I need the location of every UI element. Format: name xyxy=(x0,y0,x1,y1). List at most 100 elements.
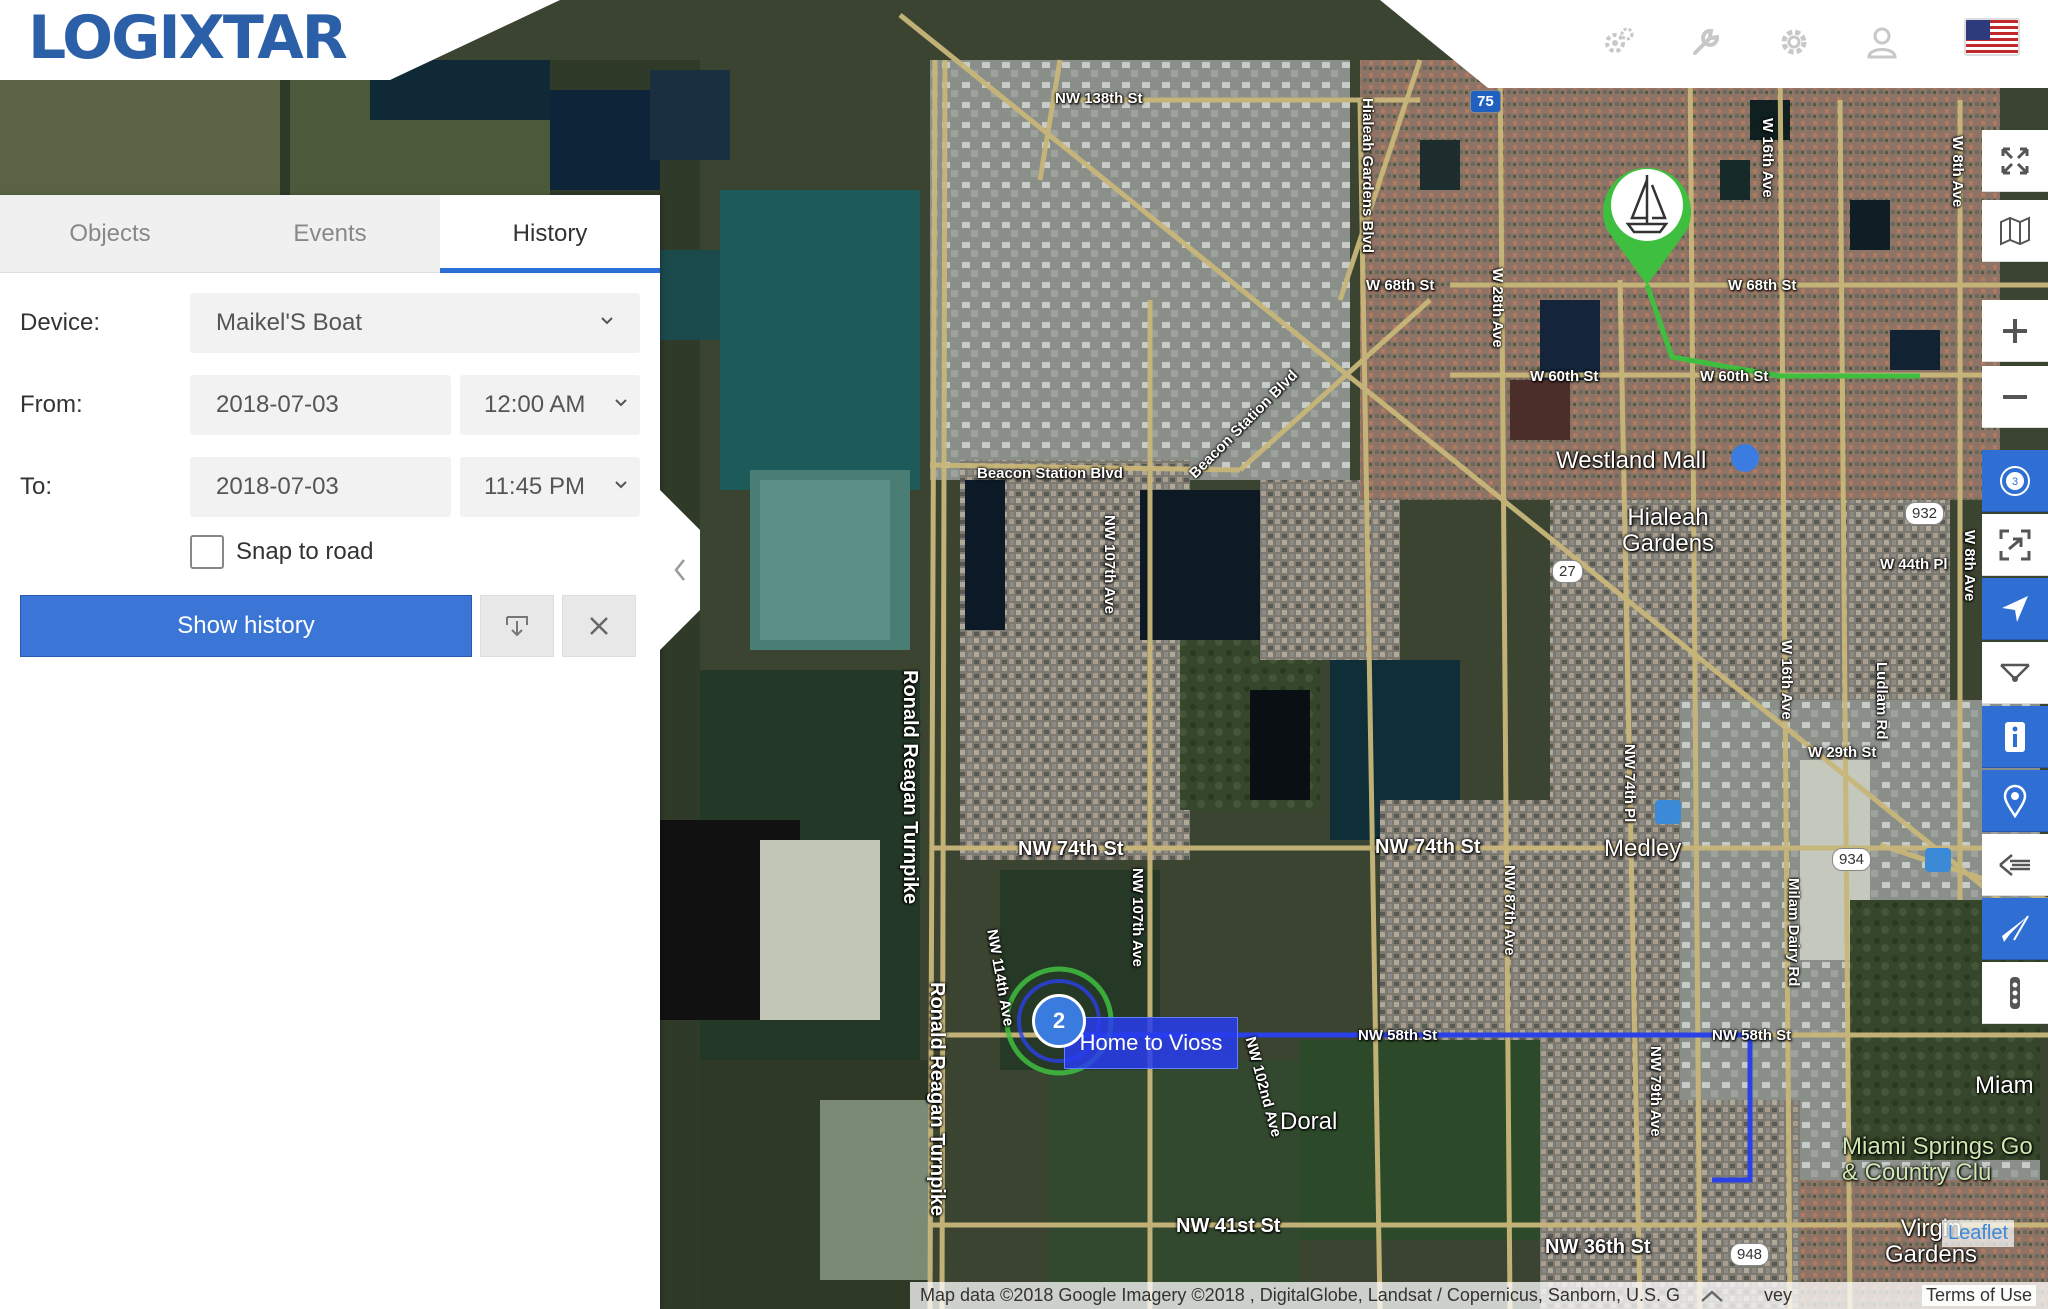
wrench-icon[interactable] xyxy=(1686,22,1726,62)
to-date-value: 2018-07-03 xyxy=(216,473,339,500)
from-time-select[interactable]: 12:00 AM xyxy=(460,375,640,435)
marker-icon[interactable] xyxy=(1982,770,2048,832)
zoom-in-icon[interactable] xyxy=(1982,300,2048,362)
to-time-select[interactable]: 11:45 PM xyxy=(460,457,640,517)
chevron-down-icon xyxy=(601,317,613,325)
us-flag-icon[interactable] xyxy=(1964,18,2020,56)
to-time-value: 11:45 PM xyxy=(484,473,585,500)
clustering-icon[interactable]: 3 xyxy=(1982,450,2048,512)
map-label: NW 74th St xyxy=(1375,836,1481,858)
map-label: W 28th Ave xyxy=(1489,268,1506,348)
follow-icon[interactable] xyxy=(1982,578,2048,640)
route-shield: 934 xyxy=(1832,848,1872,871)
map-label: Milam Dairy Rd xyxy=(1785,878,1802,987)
map-label: NW 74th St xyxy=(1018,838,1124,860)
map-label: Ludlam Rd xyxy=(1873,662,1890,740)
map-label: W 16th Ave xyxy=(1759,118,1776,198)
leaflet-link[interactable]: Leaflet xyxy=(1942,1220,2015,1247)
map-label: NW 36th St xyxy=(1545,1236,1651,1258)
export-button[interactable] xyxy=(480,595,554,657)
info-icon[interactable] xyxy=(1982,706,2048,768)
from-date-input[interactable]: 2018-07-03 xyxy=(190,375,451,435)
map-label: Medley xyxy=(1604,835,1682,862)
chevron-down-icon xyxy=(615,399,627,407)
map-label: Ronald Reagan Turnpike xyxy=(899,670,921,905)
map-label: W 68th St xyxy=(1366,277,1435,294)
tab-objects[interactable]: Objects xyxy=(0,195,220,272)
tab-history[interactable]: History xyxy=(440,195,660,273)
map-label: NW 138th St xyxy=(1055,90,1143,107)
fullscreen-icon[interactable] xyxy=(1982,130,2048,192)
interstate-shield: 75 xyxy=(1470,90,1501,113)
more-icon[interactable] xyxy=(1982,962,2048,1024)
to-row: To: 2018-07-03 11:45 PM xyxy=(20,457,640,517)
map-label: NW 87th Ave xyxy=(1501,865,1518,956)
map-label: NW 41st St xyxy=(1176,1215,1281,1237)
to-date-input[interactable]: 2018-07-03 xyxy=(190,457,451,517)
map-label: NW 107th Ave xyxy=(1129,868,1146,967)
map-label: Miami Springs Go & Country Clu xyxy=(1842,1133,2033,1186)
gear-icon[interactable] xyxy=(1774,22,1814,62)
from-date-value: 2018-07-03 xyxy=(216,391,339,418)
map-label: NW 58th St xyxy=(1358,1027,1438,1044)
map-label: W 8th Ave xyxy=(1949,136,1966,208)
map-label: Hialeah Gardens Blvd xyxy=(1359,98,1376,254)
fit-bounds-icon[interactable] xyxy=(1982,514,2048,576)
device-select[interactable]: Maikel'S Boat xyxy=(190,293,640,353)
tab-events[interactable]: Events xyxy=(220,195,440,272)
map-label: W 60th St xyxy=(1530,368,1599,385)
attribution-tail: vey xyxy=(1763,1285,1792,1305)
map-label: Miam xyxy=(1975,1072,2034,1099)
cogs-icon[interactable] xyxy=(1598,22,1638,62)
device-value: Maikel'S Boat xyxy=(216,309,362,336)
show-history-button[interactable]: Show history xyxy=(20,595,472,657)
to-label: To: xyxy=(20,473,53,500)
route-label[interactable]: Home to Vioss xyxy=(1064,1017,1238,1069)
from-time-value: 12:00 AM xyxy=(484,391,586,418)
device-label: Device: xyxy=(20,309,101,336)
svg-text:3: 3 xyxy=(2012,476,2018,488)
zoom-out-icon[interactable] xyxy=(1982,366,2048,428)
map-label: W 29th St xyxy=(1808,744,1877,761)
map-label: Doral xyxy=(1280,1108,1338,1135)
route-shield: 932 xyxy=(1905,502,1945,525)
events-icon[interactable] xyxy=(1982,834,2048,896)
close-icon xyxy=(590,617,608,635)
snap-to-road-row: Snap to road xyxy=(190,535,373,569)
chevron-down-icon xyxy=(615,481,627,489)
send-icon[interactable] xyxy=(1982,898,2048,960)
map-label: W 44th Pl xyxy=(1880,556,1948,573)
snap-to-road-checkbox[interactable] xyxy=(190,535,224,569)
map-label: Ronald Reagan Turnpike xyxy=(926,982,948,1217)
download-icon xyxy=(506,616,528,637)
route-icon[interactable] xyxy=(1982,642,2048,704)
attribution-text: Map data ©2018 Google Imagery ©2018 , Di… xyxy=(920,1285,1680,1305)
map-label: NW 107th Ave xyxy=(1101,515,1118,614)
terms-of-use-link[interactable]: Terms of Use xyxy=(1921,1285,2036,1306)
panel-tabs: Objects Events History xyxy=(0,195,660,273)
map-label: NW 74th Pl xyxy=(1621,744,1638,823)
map-label: NW 79th Ave xyxy=(1647,1046,1664,1137)
map-label: Westland Mall xyxy=(1556,447,1707,474)
history-panel: Objects Events History Device: Maikel'S … xyxy=(0,195,660,1309)
boat-marker-icon[interactable] xyxy=(1603,162,1691,288)
map-label: Beacon Station Blvd xyxy=(977,465,1123,482)
snap-to-road-label[interactable]: Snap to road xyxy=(236,538,373,566)
clear-history-button[interactable] xyxy=(562,595,636,657)
map-layers-icon[interactable] xyxy=(1982,200,2048,262)
map-label: NW 58th St xyxy=(1712,1027,1792,1044)
map-label: W 60th St xyxy=(1700,368,1769,385)
user-icon[interactable] xyxy=(1862,22,1902,62)
route-shield: 27 xyxy=(1552,560,1583,583)
map-label: W 8th Ave xyxy=(1961,530,1978,602)
chevron-up-icon[interactable] xyxy=(1700,1289,1724,1303)
map-label: W 16th Ave xyxy=(1778,640,1795,720)
marker-cluster[interactable]: 2 xyxy=(1032,994,1086,1048)
device-row: Device: Maikel'S Boat xyxy=(20,293,640,353)
map-label: W 68th St xyxy=(1728,277,1797,294)
from-row: From: 2018-07-03 12:00 AM xyxy=(20,375,640,435)
route-shield: 948 xyxy=(1730,1243,1770,1266)
map-label: Hialeah Gardens xyxy=(1622,504,1715,557)
map-attribution: Map data ©2018 Google Imagery ©2018 , Di… xyxy=(910,1282,2048,1309)
collapse-panel-button[interactable] xyxy=(660,490,700,650)
